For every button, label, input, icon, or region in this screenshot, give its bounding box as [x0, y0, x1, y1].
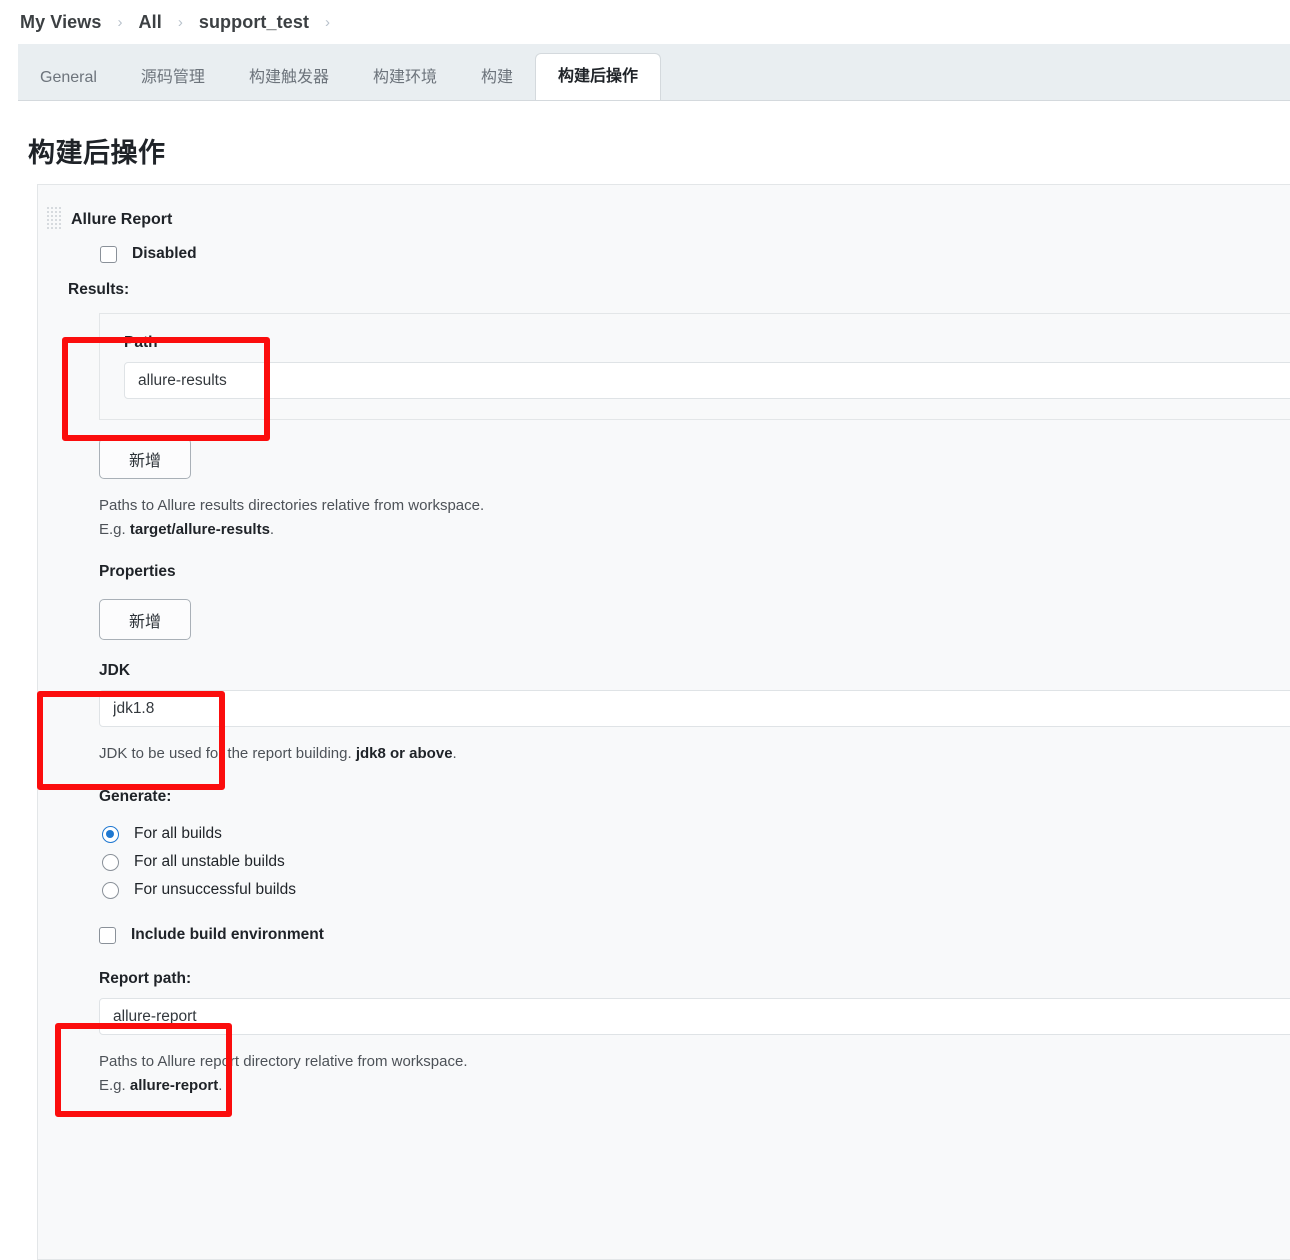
chevron-right-icon: ›	[177, 13, 183, 31]
tab-build[interactable]: 构建	[459, 55, 535, 101]
jdk-help-suffix: .	[452, 745, 457, 763]
include-build-environment-label: Include build environment	[131, 926, 324, 944]
results-label-row: Results:	[68, 281, 1290, 299]
report-path-help-text: Paths to Allure report directory relativ…	[99, 1050, 1290, 1097]
jdk-help-prefix: JDK to be used for the report building.	[99, 745, 356, 763]
disabled-label: Disabled	[132, 245, 197, 262]
tab-bar-wrapper: General 源码管理 构建触发器 构建环境 构建 构建后操作	[0, 44, 1290, 101]
tab-general[interactable]: General	[18, 55, 119, 101]
chevron-right-icon: ›	[117, 13, 123, 31]
path-input[interactable]	[124, 362, 1290, 399]
breadcrumb-item-all[interactable]: All	[139, 12, 162, 33]
tab-bar: General 源码管理 构建触发器 构建环境 构建 构建后操作	[18, 44, 1290, 101]
chevron-right-icon: ›	[325, 13, 331, 31]
breadcrumb: My Views › All › support_test ›	[0, 0, 1290, 44]
radio-label-for-unsuccessful-builds: For unsuccessful builds	[134, 881, 296, 899]
radio-row-for-all-builds[interactable]: For all builds	[102, 820, 1290, 848]
tab-post-build-actions[interactable]: 构建后操作	[534, 53, 661, 101]
add-results-button[interactable]: 新增	[99, 438, 191, 479]
breadcrumb-item-support-test[interactable]: support_test	[199, 12, 309, 33]
radio-for-all-unstable-builds[interactable]	[102, 853, 119, 871]
radio-for-all-builds[interactable]	[102, 825, 119, 843]
report-path-label: Report path:	[99, 970, 192, 988]
allure-report-section-title: Allure Report	[71, 211, 173, 228]
results-entry-box: Path	[99, 313, 1290, 420]
report-help-line1: Paths to Allure report directory relativ…	[99, 1053, 468, 1071]
results-help-eg-bold: target/allure-results	[129, 520, 270, 538]
results-help-line1: Paths to Allure results directories rela…	[99, 497, 485, 514]
add-properties-button[interactable]: 新增	[99, 599, 191, 641]
jdk-input[interactable]	[99, 690, 1290, 728]
tab-source-code-management[interactable]: 源码管理	[119, 55, 227, 101]
report-path-input[interactable]	[99, 998, 1290, 1036]
drag-handle-icon[interactable]	[46, 206, 61, 230]
results-help-text: Paths to Allure results directories rela…	[99, 494, 1290, 541]
radio-row-for-unsuccessful-builds[interactable]: For unsuccessful builds	[102, 876, 1290, 904]
path-label: Path	[124, 334, 158, 351]
report-help-eg-bold: allure-report	[129, 1076, 219, 1094]
report-help-eg-prefix: E.g.	[99, 1076, 130, 1094]
tab-build-environment[interactable]: 构建环境	[351, 55, 459, 101]
results-help-eg-prefix: E.g.	[99, 520, 130, 538]
radio-label-for-all-unstable-builds: For all unstable builds	[134, 853, 285, 871]
results-label: Results:	[68, 281, 130, 298]
jdk-help-text: JDK to be used for the report building. …	[99, 742, 1290, 766]
page-title: 构建后操作	[28, 138, 166, 168]
report-help-eg-suffix: .	[218, 1076, 223, 1094]
post-build-actions-panel: Allure Report Disabled Results: Path 新增 …	[37, 184, 1290, 1260]
results-help-eg-suffix: .	[269, 520, 275, 538]
breadcrumb-item-my-views[interactable]: My Views	[20, 12, 102, 33]
tab-bar-underline	[18, 100, 1290, 101]
generate-label: Generate:	[99, 788, 172, 806]
generate-radio-group: For all builds For all unstable builds F…	[102, 820, 1290, 904]
radio-for-unsuccessful-builds[interactable]	[102, 881, 119, 899]
include-build-environment-row[interactable]: Include build environment	[99, 926, 1290, 944]
jdk-help-bold: jdk8 or above	[355, 745, 453, 763]
properties-label: Properties	[99, 563, 176, 581]
tab-build-triggers[interactable]: 构建触发器	[227, 55, 351, 101]
disabled-checkbox[interactable]	[100, 245, 117, 263]
jdk-label: JDK	[99, 662, 131, 680]
radio-label-for-all-builds: For all builds	[134, 825, 222, 843]
include-build-environment-checkbox[interactable]	[99, 926, 116, 944]
radio-row-for-all-unstable-builds[interactable]: For all unstable builds	[102, 848, 1290, 876]
disabled-checkbox-row[interactable]: Disabled	[100, 245, 1290, 263]
